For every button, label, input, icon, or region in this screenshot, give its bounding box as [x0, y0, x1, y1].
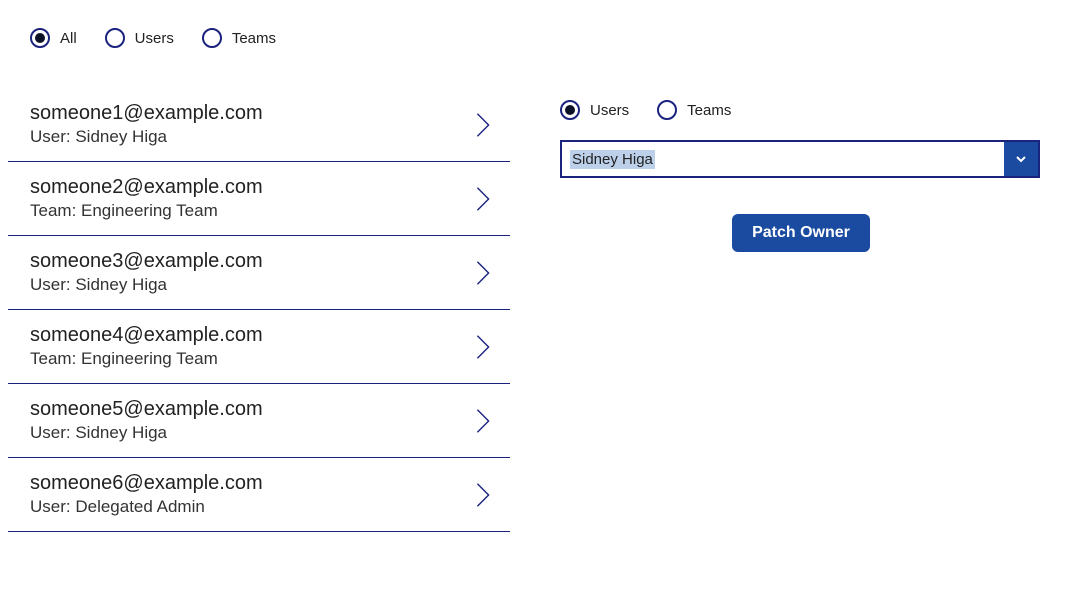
list-item-email: someone3@example.com [30, 250, 263, 273]
radio-icon [30, 28, 50, 48]
owner-type-option-teams[interactable]: Teams [657, 100, 731, 120]
owner-assignment-panel: Users Teams Sidney Higa Patch Owner [510, 58, 1092, 604]
radio-label: Teams [687, 102, 731, 119]
list-item-text: someone1@example.comUser: Sidney Higa [30, 102, 263, 147]
chevron-down-icon [1004, 142, 1038, 176]
top-filter-group: All Users Teams [0, 0, 1092, 58]
radio-label: Teams [232, 30, 276, 47]
list-item[interactable]: someone1@example.comUser: Sidney Higa [8, 88, 510, 162]
list-item-email: someone1@example.com [30, 102, 263, 125]
list-item-owner: User: Sidney Higa [30, 423, 263, 443]
list-item-owner: User: Sidney Higa [30, 127, 263, 147]
radio-label: All [60, 30, 77, 47]
chevron-right-icon [474, 407, 492, 435]
owner-type-filter-group: Users Teams [560, 100, 1042, 120]
list-item-owner: Team: Engineering Team [30, 201, 263, 221]
radio-label: Users [590, 102, 629, 119]
patch-owner-button[interactable]: Patch Owner [732, 214, 870, 252]
radio-icon [202, 28, 222, 48]
list-item-text: someone6@example.comUser: Delegated Admi… [30, 472, 263, 517]
list-item-email: someone6@example.com [30, 472, 263, 495]
list-item-text: someone5@example.comUser: Sidney Higa [30, 398, 263, 443]
chevron-right-icon [474, 111, 492, 139]
list-item[interactable]: someone5@example.comUser: Sidney Higa [8, 384, 510, 458]
list-item-owner: Team: Engineering Team [30, 349, 263, 369]
list-item-text: someone4@example.comTeam: Engineering Te… [30, 324, 263, 369]
list-item[interactable]: someone6@example.comUser: Delegated Admi… [8, 458, 510, 532]
radio-label: Users [135, 30, 174, 47]
top-filter-option-users[interactable]: Users [105, 28, 174, 48]
list-item-text: someone3@example.comUser: Sidney Higa [30, 250, 263, 295]
list-item-email: someone2@example.com [30, 176, 263, 199]
top-filter-option-all[interactable]: All [30, 28, 77, 48]
radio-icon [105, 28, 125, 48]
chevron-right-icon [474, 185, 492, 213]
list-item[interactable]: someone3@example.comUser: Sidney Higa [8, 236, 510, 310]
list-item-owner: User: Delegated Admin [30, 497, 263, 517]
list-item-email: someone4@example.com [30, 324, 263, 347]
radio-icon [560, 100, 580, 120]
radio-icon [657, 100, 677, 120]
list-item[interactable]: someone4@example.comTeam: Engineering Te… [8, 310, 510, 384]
chevron-right-icon [474, 333, 492, 361]
chevron-right-icon [474, 259, 492, 287]
owner-select-dropdown[interactable]: Sidney Higa [560, 140, 1040, 178]
owner-type-option-users[interactable]: Users [560, 100, 629, 120]
list-item-email: someone5@example.com [30, 398, 263, 421]
list-item[interactable]: someone2@example.comTeam: Engineering Te… [8, 162, 510, 236]
chevron-right-icon [474, 481, 492, 509]
top-filter-option-teams[interactable]: Teams [202, 28, 276, 48]
owner-select-value: Sidney Higa [562, 142, 1004, 176]
records-list-panel[interactable]: someone1@example.comUser: Sidney Higasom… [0, 88, 510, 604]
content-area: someone1@example.comUser: Sidney Higasom… [0, 58, 1092, 604]
list-item-owner: User: Sidney Higa [30, 275, 263, 295]
list-item-text: someone2@example.comTeam: Engineering Te… [30, 176, 263, 221]
